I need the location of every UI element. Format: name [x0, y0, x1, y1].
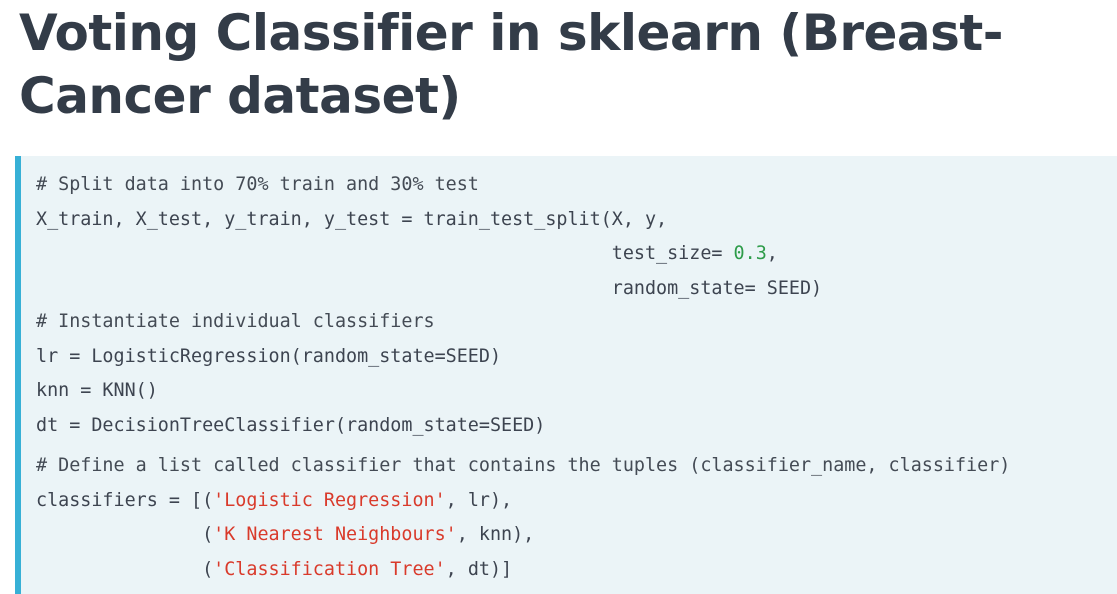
code-line: knn = KNN(): [36, 380, 158, 401]
code-line: ('Classification Tree', dt)]: [36, 553, 1010, 588]
code-text: (: [36, 558, 214, 580]
code-line: dt = DecisionTreeClassifier(random_state…: [36, 414, 546, 436]
code-block: # Split data into 70% train and 30% test…: [15, 156, 1117, 594]
code-line: ('K Nearest Neighbours', knn),: [36, 518, 1010, 553]
code-text: , lr),: [445, 489, 513, 511]
code-section-classifiers: # Define a list called classifier that c…: [36, 449, 1010, 587]
code-number: 0.3: [733, 243, 767, 264]
slide: Voting Classifier in sklearn (Breast-Can…: [0, 0, 1117, 594]
code-string: 'K Nearest Neighbours': [213, 524, 457, 545]
code-text: test_size=: [36, 243, 734, 264]
code-comment: # Define a list called classifier that c…: [36, 455, 1011, 476]
code-text: classifiers = [(: [36, 489, 214, 511]
code-comment: # Instantiate individual classifiers: [36, 311, 435, 332]
code-line: random_state= SEED): [36, 277, 823, 299]
code-line: classifiers = [('Logistic Regression', l…: [36, 484, 1010, 519]
code-text: (: [36, 524, 214, 545]
code-section-instantiate: # Instantiate individual classifiers lr =…: [36, 305, 545, 443]
code-text: , knn),: [456, 524, 535, 545]
slide-title: Voting Classifier in sklearn (Breast-Can…: [19, 4, 1004, 125]
code-comment: # Split data into 70% train and 30% test: [36, 174, 479, 195]
code-string: 'Classification Tree': [213, 558, 446, 580]
code-line: X_train, X_test, y_train, y_test = train…: [36, 208, 668, 230]
code-line: test_size= 0.3,: [36, 237, 822, 272]
code-line: lr = LogisticRegression(random_state=SEE…: [36, 345, 502, 367]
code-text: ,: [766, 243, 778, 264]
code-section-split: # Split data into 70% train and 30% test…: [36, 168, 822, 306]
code-string: 'Logistic Regression': [213, 489, 446, 511]
code-text: , dt)]: [445, 558, 513, 580]
